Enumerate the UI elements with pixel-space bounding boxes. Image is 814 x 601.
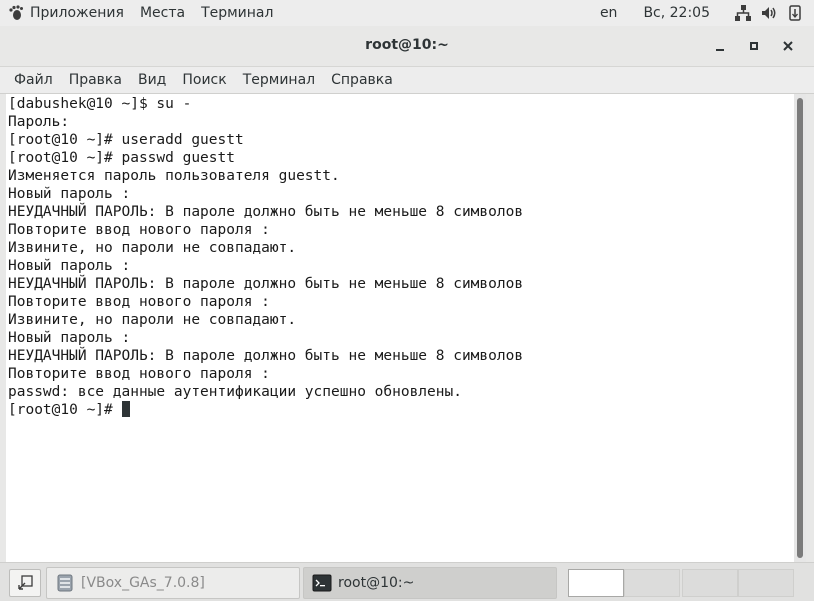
taskbar-item-label: root@10:~ bbox=[338, 575, 415, 591]
terminal-line: Извините, но пароли не совпадают. bbox=[8, 312, 297, 328]
volume-icon[interactable] bbox=[760, 4, 778, 22]
terminal-line: Повторите ввод нового пароля : bbox=[8, 294, 270, 310]
terminal-line: Повторите ввод нового пароля : bbox=[8, 366, 270, 382]
terminal-icon bbox=[312, 574, 332, 592]
menu-edit[interactable]: Правка bbox=[61, 72, 130, 88]
terminal-line: НЕУДАЧНЫЙ ПАРОЛЬ: В пароле должно быть н… bbox=[8, 204, 524, 220]
window-titlebar[interactable]: root@10:~ bbox=[0, 26, 814, 67]
workspace-4[interactable] bbox=[738, 569, 794, 597]
terminal-line: Извините, но пароли не совпадают. bbox=[8, 240, 297, 256]
close-icon[interactable] bbox=[780, 38, 796, 54]
terminal-text: [dabushek@10 ~]$ su - Пароль: [root@10 ~… bbox=[8, 95, 523, 419]
taskbar-item-terminal[interactable]: root@10:~ bbox=[303, 567, 557, 599]
taskbar: [VBox_GAs_7.0.8] root@10:~ bbox=[0, 562, 814, 601]
terminal-line: [root@10 ~]# passwd guestt bbox=[8, 150, 235, 166]
window-title: root@10:~ bbox=[365, 37, 449, 53]
menu-terminal[interactable]: Терминал bbox=[235, 72, 323, 88]
terminal-line: Новый пароль : bbox=[8, 186, 131, 202]
clock[interactable]: Вс, 22:05 bbox=[635, 0, 730, 26]
taskbar-item-label: [VBox_GAs_7.0.8] bbox=[81, 575, 205, 591]
terminal-line: Новый пароль : bbox=[8, 330, 131, 346]
top-panel: Приложения Места Терминал en Вс, 22:05 bbox=[0, 0, 814, 26]
terminal-app-menu[interactable]: Терминал bbox=[193, 0, 281, 26]
terminal-line: Новый пароль : bbox=[8, 258, 131, 274]
terminal-prompt: [root@10 ~]# bbox=[8, 402, 122, 418]
show-desktop-button[interactable] bbox=[9, 569, 41, 597]
terminal-line: Повторите ввод нового пароля : bbox=[8, 222, 270, 238]
menu-view[interactable]: Вид bbox=[130, 72, 174, 88]
menu-search[interactable]: Поиск bbox=[174, 72, 234, 88]
disk-icon bbox=[57, 574, 73, 592]
maximize-icon[interactable] bbox=[746, 38, 762, 54]
menu-help[interactable]: Справка bbox=[323, 72, 401, 88]
terminal-line: Изменяется пароль пользователя guestt. bbox=[8, 168, 340, 184]
top-panel-right: en Вс, 22:05 bbox=[592, 0, 814, 26]
places-menu[interactable]: Места bbox=[132, 0, 193, 26]
terminal-line: [root@10 ~]# useradd guestt bbox=[8, 132, 244, 148]
terminal-cursor bbox=[121, 401, 130, 417]
scrollbar-thumb[interactable] bbox=[797, 98, 803, 558]
workspace-2[interactable] bbox=[624, 569, 680, 597]
terminal-line: Пароль: bbox=[8, 114, 70, 130]
minimize-icon[interactable] bbox=[712, 38, 728, 54]
taskbar-item-vbox[interactable]: [VBox_GAs_7.0.8] bbox=[46, 567, 300, 599]
terminal-scrollbar[interactable] bbox=[794, 94, 806, 562]
terminal-line: [dabushek@10 ~]$ su - bbox=[8, 96, 192, 112]
show-desktop-icon bbox=[18, 575, 33, 590]
applications-label: Приложения bbox=[30, 5, 124, 21]
menu-file[interactable]: Файл bbox=[0, 72, 61, 88]
terminal-line: НЕУДАЧНЫЙ ПАРОЛЬ: В пароле должно быть н… bbox=[8, 276, 524, 292]
terminal-line: passwd: все данные аутентификации успешн… bbox=[8, 384, 462, 400]
workspace-1[interactable] bbox=[568, 569, 624, 597]
power-icon[interactable] bbox=[786, 4, 804, 22]
keyboard-layout-indicator[interactable]: en bbox=[592, 0, 636, 26]
terminal-output[interactable]: [dabushek@10 ~]$ su - Пароль: [root@10 ~… bbox=[6, 94, 794, 562]
applications-menu[interactable]: Приложения bbox=[0, 0, 132, 26]
network-icon[interactable] bbox=[734, 4, 752, 22]
gnome-foot-icon bbox=[9, 5, 23, 20]
terminal-line: НЕУДАЧНЫЙ ПАРОЛЬ: В пароле должно быть н… bbox=[8, 348, 524, 364]
workspace-3[interactable] bbox=[682, 569, 738, 597]
menu-bar: Файл Правка Вид Поиск Терминал Справка bbox=[0, 67, 814, 94]
